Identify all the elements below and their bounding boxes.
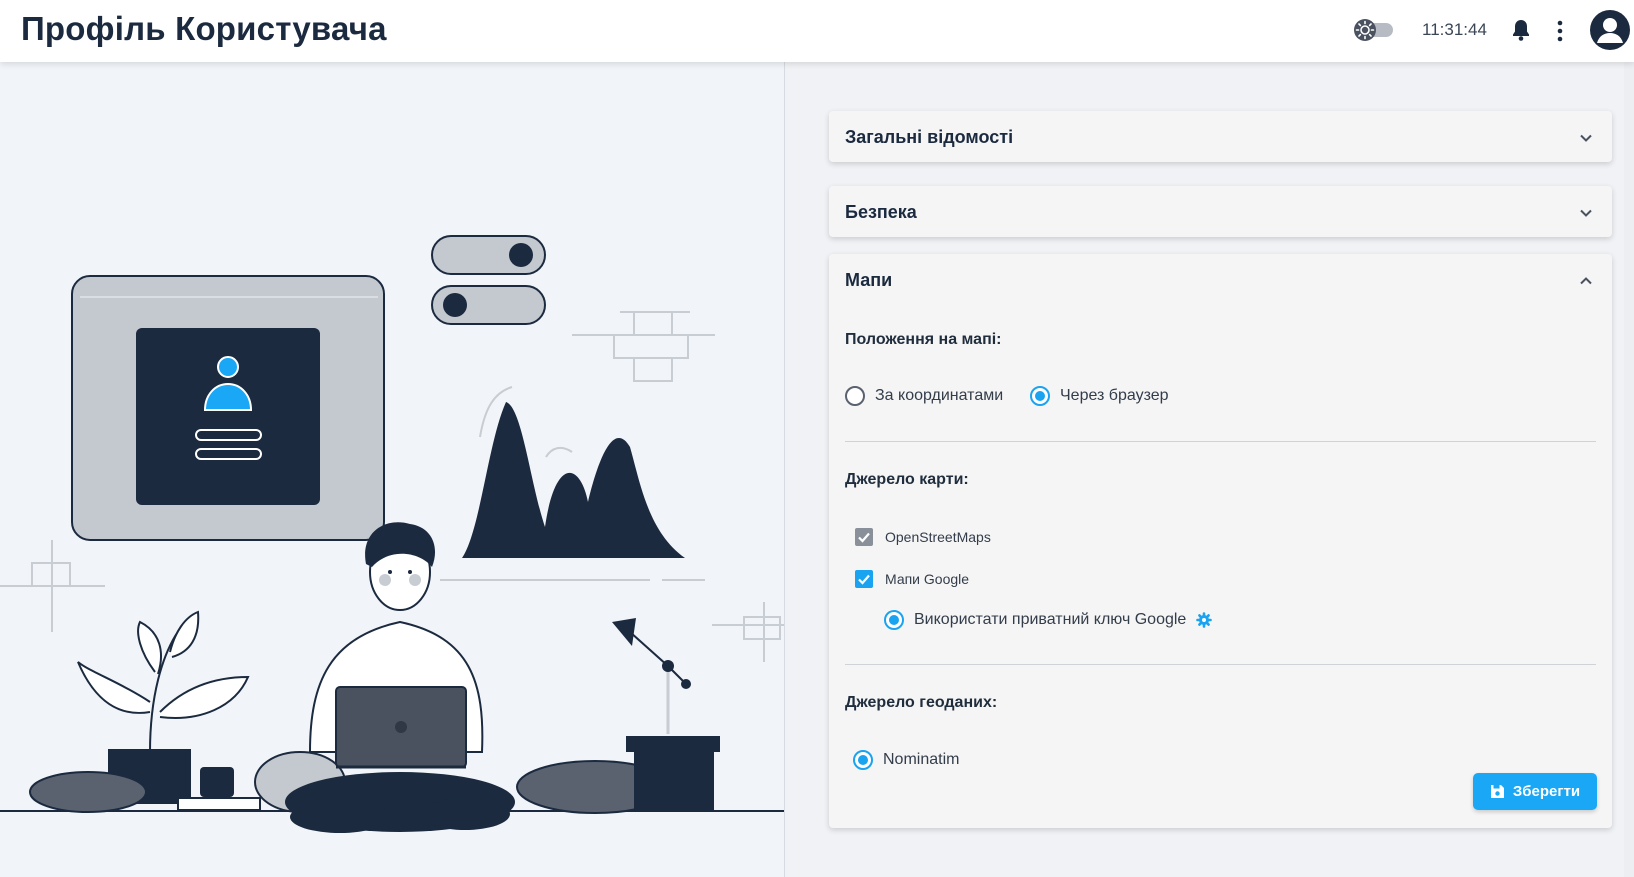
map-source-label: Джерело карти:	[845, 471, 969, 488]
radio-nominatim[interactable]: Nominatim	[853, 750, 959, 770]
panel-general: Загальні відомості	[829, 111, 1612, 162]
panel-security-title: Безпека	[845, 202, 917, 222]
save-button-label: Зберегти	[1512, 783, 1581, 800]
top-bar: Профіль Користувача 11:31:44	[0, 0, 1634, 62]
checkbox-google-maps[interactable]: Мапи Google	[855, 570, 969, 588]
save-button[interactable]: Зберегти	[1473, 773, 1597, 810]
radio-by-coordinates-label: За координатами	[875, 387, 1004, 404]
radio-via-browser-label: Через браузер	[1060, 387, 1169, 404]
theme-toggle[interactable]	[1353, 18, 1395, 42]
divider	[845, 441, 1596, 442]
chevron-down-icon	[1580, 209, 1592, 217]
gear-icon[interactable]	[1196, 612, 1213, 628]
panel-security: Безпека	[829, 186, 1612, 237]
divider	[845, 664, 1596, 665]
page-title: Профіль Користувача	[21, 10, 387, 47]
checkbox[interactable]	[855, 570, 873, 588]
geodata-source-label: Джерело геоданих:	[845, 694, 998, 711]
panel-general-title: Загальні відомості	[845, 127, 1014, 147]
panel-maps: Мапи Положення на мапі: За координатами …	[829, 254, 1612, 828]
panel-security-header[interactable]: Безпека	[829, 186, 1612, 238]
clock: 11:31:44	[1422, 20, 1487, 39]
radio-google-private-key-label: Використати приватний ключ Google	[914, 611, 1187, 628]
chevron-up-icon	[1580, 277, 1592, 285]
radio-via-browser[interactable]: Через браузер	[1030, 386, 1169, 406]
radio-google-private-key[interactable]: Використати приватний ключ Google	[884, 610, 1213, 630]
panel-general-header[interactable]: Загальні відомості	[829, 111, 1612, 163]
profile-illustration	[0, 62, 785, 877]
radio-nominatim-label: Nominatim	[883, 751, 960, 768]
panel-maps-header[interactable]: Мапи	[829, 254, 1612, 306]
chevron-down-icon	[1580, 134, 1592, 142]
checkbox-google-maps-label: Мапи Google	[885, 571, 970, 587]
person-with-laptop-illustration	[0, 235, 784, 833]
radio-by-coordinates[interactable]: За координатами	[845, 386, 1003, 406]
kebab-menu-icon[interactable]	[1554, 18, 1566, 44]
radio-button[interactable]	[845, 386, 865, 406]
user-avatar-icon[interactable]	[1590, 10, 1630, 50]
radio-button-selected[interactable]	[853, 750, 873, 770]
radio-button-selected[interactable]	[1030, 386, 1050, 406]
scrollbar[interactable]	[1624, 62, 1634, 877]
sun-icon	[1354, 19, 1393, 41]
floppy-disk-icon	[1490, 785, 1504, 798]
position-label: Положення на мапі:	[845, 331, 1002, 348]
checkbox-openstreetmaps[interactable]: OpenStreetMaps	[855, 528, 991, 546]
panel-maps-title: Мапи	[845, 270, 893, 290]
checkbox-openstreetmaps-label: OpenStreetMaps	[885, 529, 991, 545]
radio-button-selected[interactable]	[884, 610, 904, 630]
bell-icon[interactable]	[1510, 18, 1532, 42]
checkbox[interactable]	[855, 528, 873, 546]
